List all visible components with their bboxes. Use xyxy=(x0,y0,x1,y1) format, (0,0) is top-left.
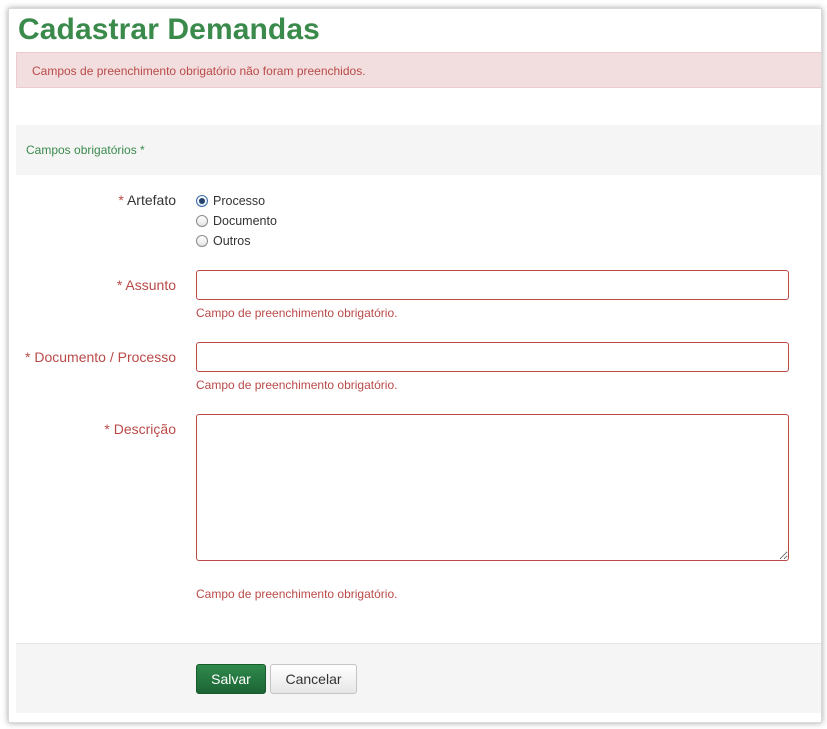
assunto-label: * Assunto xyxy=(117,277,176,293)
required-star: * xyxy=(116,277,123,293)
radio-option-outros[interactable]: Outros xyxy=(196,232,251,250)
error-alert: Campos de preenchimento obrigatório não … xyxy=(16,52,821,88)
page-title: Cadastrar Demandas xyxy=(18,13,320,46)
documento-processo-input[interactable] xyxy=(196,342,789,372)
required-fields-title: Campos obrigatórios * xyxy=(26,143,145,157)
documento-processo-label: * Documento / Processo xyxy=(25,349,176,365)
radio-option-processo[interactable]: Processo xyxy=(196,192,265,210)
assunto-error: Campo de preenchimento obrigatório. xyxy=(196,306,398,320)
required-star: * xyxy=(25,349,31,365)
radio-processo[interactable] xyxy=(196,195,208,207)
radio-option-documento[interactable]: Documento xyxy=(196,212,277,230)
required-star: * xyxy=(118,192,124,208)
save-button[interactable]: Salvar xyxy=(196,664,266,694)
descricao-error: Campo de preenchimento obrigatório. xyxy=(196,587,398,601)
cancel-button[interactable]: Cancelar xyxy=(270,664,357,694)
radio-outros-label[interactable]: Outros xyxy=(213,234,251,248)
radio-documento-label[interactable]: Documento xyxy=(213,214,277,228)
assunto-input[interactable] xyxy=(196,270,789,300)
radio-outros[interactable] xyxy=(196,235,208,247)
required-fields-header: Campos obrigatórios * xyxy=(16,125,821,175)
documento-processo-error: Campo de preenchimento obrigatório. xyxy=(196,378,398,392)
documento-processo-label-text: Documento / Processo xyxy=(34,349,176,365)
form-actions-bar: Salvar Cancelar xyxy=(16,643,821,713)
error-alert-message: Campos de preenchimento obrigatório não … xyxy=(32,64,366,78)
descricao-label-text: Descrição xyxy=(113,421,176,437)
descricao-textarea[interactable] xyxy=(196,414,789,561)
required-star: * xyxy=(104,421,110,437)
artefato-label-text: Artefato xyxy=(126,192,176,208)
assunto-label-text: Assunto xyxy=(125,277,176,293)
artefato-label: * Artefato xyxy=(118,192,176,208)
descricao-label: * Descrição xyxy=(104,421,176,437)
radio-documento[interactable] xyxy=(196,215,208,227)
radio-processo-label[interactable]: Processo xyxy=(213,194,265,208)
form-window: Cadastrar Demandas Campos de preenchimen… xyxy=(8,8,822,723)
